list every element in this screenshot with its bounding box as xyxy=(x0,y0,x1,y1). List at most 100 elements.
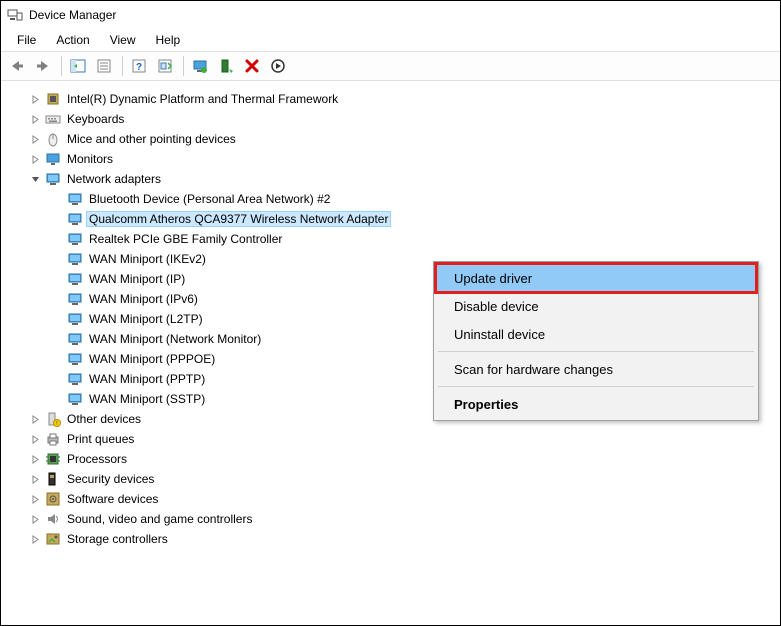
tree-expander-none xyxy=(51,273,63,285)
context-properties[interactable]: Properties xyxy=(436,390,756,418)
tree-expander-icon[interactable] xyxy=(29,413,41,425)
tree-expander-none xyxy=(51,333,63,345)
update-driver-button[interactable] xyxy=(188,54,212,78)
tree-expander-icon[interactable] xyxy=(29,513,41,525)
tree-node-label: Qualcomm Atheros QCA9377 Wireless Networ… xyxy=(87,212,390,226)
tree-expander-none xyxy=(51,353,63,365)
tree-expander-icon[interactable] xyxy=(29,93,41,105)
tree-expander-none xyxy=(51,313,63,325)
network-icon xyxy=(67,351,83,367)
tree-node-label: Network adapters xyxy=(65,172,163,186)
tree-expander-icon[interactable] xyxy=(29,473,41,485)
toolbar-separator xyxy=(61,56,62,76)
menu-action[interactable]: Action xyxy=(46,31,99,49)
tree-expander-none xyxy=(51,213,63,225)
tree-node[interactable]: Network adapters xyxy=(13,169,780,189)
tree-node[interactable]: Mice and other pointing devices xyxy=(13,129,780,149)
forward-button[interactable] xyxy=(31,54,55,78)
tree-node[interactable]: Monitors xyxy=(13,149,780,169)
tree-node[interactable]: Print queues xyxy=(13,429,780,449)
tree-node[interactable]: Qualcomm Atheros QCA9377 Wireless Networ… xyxy=(13,209,780,229)
uninstall-device-button[interactable] xyxy=(214,54,238,78)
tree-expander-icon[interactable] xyxy=(29,533,41,545)
tree-expander-none xyxy=(51,193,63,205)
titlebar: Device Manager xyxy=(1,1,780,29)
tree-expander-none xyxy=(51,393,63,405)
network-icon xyxy=(67,251,83,267)
tree-node-label: Keyboards xyxy=(65,112,126,126)
storage-icon xyxy=(45,531,61,547)
svg-text:!: ! xyxy=(56,421,57,427)
toolbar: ? xyxy=(1,51,780,81)
mouse-icon xyxy=(45,131,61,147)
tree-expander-none xyxy=(51,233,63,245)
tree-node-label: Security devices xyxy=(65,472,156,486)
tree-node[interactable]: Security devices xyxy=(13,469,780,489)
other-icon: ! xyxy=(45,411,61,427)
context-update-driver[interactable]: Update driver xyxy=(436,264,756,292)
show-hide-tree-button[interactable] xyxy=(66,54,90,78)
network-icon xyxy=(67,231,83,247)
help-button[interactable]: ? xyxy=(127,54,151,78)
menu-view[interactable]: View xyxy=(100,31,146,49)
tree-node[interactable]: Software devices xyxy=(13,489,780,509)
context-scan-hardware[interactable]: Scan for hardware changes xyxy=(436,355,756,383)
network-icon xyxy=(67,271,83,287)
network-icon xyxy=(67,211,83,227)
scan-button[interactable] xyxy=(153,54,177,78)
tree-expander-icon[interactable] xyxy=(29,453,41,465)
back-button[interactable] xyxy=(5,54,29,78)
window-title: Device Manager xyxy=(29,8,116,22)
tree-node-label: WAN Miniport (PPPOE) xyxy=(87,352,217,366)
tree-expander-icon[interactable] xyxy=(29,493,41,505)
menubar: File Action View Help xyxy=(1,29,780,51)
tree-node-label: Other devices xyxy=(65,412,143,426)
enable-device-button[interactable] xyxy=(266,54,290,78)
tree-node-label: Monitors xyxy=(65,152,115,166)
tree-expander-icon[interactable] xyxy=(29,173,41,185)
tree-node[interactable]: Bluetooth Device (Personal Area Network)… xyxy=(13,189,780,209)
tree-node[interactable]: Keyboards xyxy=(13,109,780,129)
network-icon xyxy=(45,171,61,187)
tree-node[interactable]: Storage controllers xyxy=(13,529,780,549)
tree-expander-icon[interactable] xyxy=(29,153,41,165)
tree-node-label: WAN Miniport (PPTP) xyxy=(87,372,207,386)
context-disable-device[interactable]: Disable device xyxy=(436,292,756,320)
menu-help[interactable]: Help xyxy=(146,31,191,49)
tree-expander-none xyxy=(51,293,63,305)
tree-node-label: WAN Miniport (SSTP) xyxy=(87,392,207,406)
network-icon xyxy=(67,291,83,307)
tree-expander-icon[interactable] xyxy=(29,133,41,145)
tree-node-label: Software devices xyxy=(65,492,160,506)
tree-node[interactable]: Intel(R) Dynamic Platform and Thermal Fr… xyxy=(13,89,780,109)
monitor-icon xyxy=(45,151,61,167)
tree-expander-icon[interactable] xyxy=(29,113,41,125)
context-uninstall-device[interactable]: Uninstall device xyxy=(436,320,756,348)
security-icon xyxy=(45,471,61,487)
network-icon xyxy=(67,331,83,347)
tree-node-label: WAN Miniport (Network Monitor) xyxy=(87,332,263,346)
audio-icon xyxy=(45,511,61,527)
printer-icon xyxy=(45,431,61,447)
network-icon xyxy=(67,391,83,407)
cpu-icon xyxy=(45,451,61,467)
network-icon xyxy=(67,311,83,327)
network-icon xyxy=(67,371,83,387)
menu-file[interactable]: File xyxy=(7,31,46,49)
context-separator xyxy=(438,386,754,387)
tree-node-label: WAN Miniport (IKEv2) xyxy=(87,252,208,266)
tree-node[interactable]: Sound, video and game controllers xyxy=(13,509,780,529)
tree-node[interactable]: Processors xyxy=(13,449,780,469)
tree-node-label: WAN Miniport (IPv6) xyxy=(87,292,200,306)
tree-node-label: Bluetooth Device (Personal Area Network)… xyxy=(87,192,332,206)
tree-expander-icon[interactable] xyxy=(29,433,41,445)
chip-icon xyxy=(45,91,61,107)
disable-device-button[interactable] xyxy=(240,54,264,78)
app-icon xyxy=(7,7,23,23)
device-manager-window: Device Manager File Action View Help ? xyxy=(0,0,781,626)
tree-node[interactable]: Realtek PCIe GBE Family Controller xyxy=(13,229,780,249)
tree-node-label: WAN Miniport (L2TP) xyxy=(87,312,205,326)
svg-text:?: ? xyxy=(136,62,142,73)
tree-node-label: Sound, video and game controllers xyxy=(65,512,254,526)
properties-button[interactable] xyxy=(92,54,116,78)
